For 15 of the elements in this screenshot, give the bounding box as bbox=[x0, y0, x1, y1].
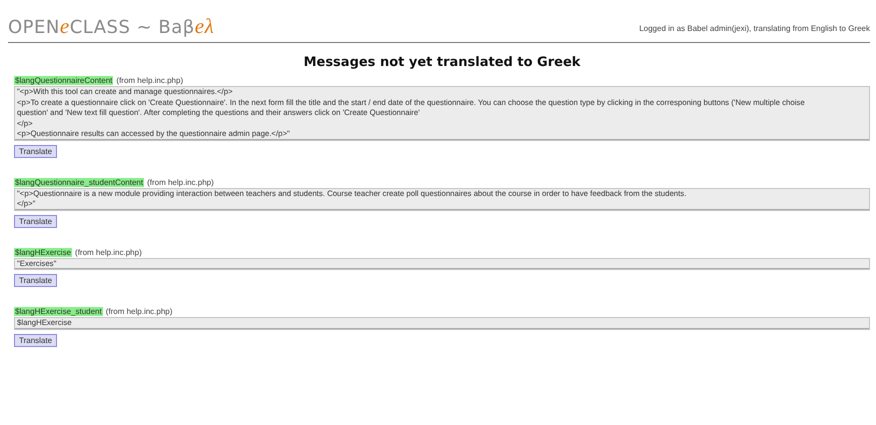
message-key: $langQuestionnaireContent bbox=[14, 76, 114, 85]
page-heading: Messages not yet translated to Greek bbox=[302, 55, 582, 70]
translate-button[interactable]: Translate bbox=[14, 274, 58, 287]
message-key: $langHExercise_student bbox=[14, 307, 103, 316]
source-file: (from help.inc.php) bbox=[106, 307, 172, 316]
message-key: $langQuestionnaire_studentContent bbox=[14, 178, 144, 186]
translate-button[interactable]: Translate bbox=[14, 334, 58, 346]
translate-button[interactable]: Translate bbox=[14, 214, 58, 228]
source-file: (from help.inc.php) bbox=[75, 248, 142, 256]
message-key: $langHExercise bbox=[14, 248, 72, 256]
source-file: (from help.inc.php) bbox=[147, 178, 214, 186]
source-file: (from help.inc.php) bbox=[116, 76, 184, 85]
site-logo: OPENeCLASS ~ Baβeλ bbox=[8, 16, 214, 37]
login-status: Logged in as Babel admin(jexi), translating from English to Greek bbox=[639, 24, 870, 35]
translate-button[interactable]: Translate bbox=[14, 144, 58, 158]
